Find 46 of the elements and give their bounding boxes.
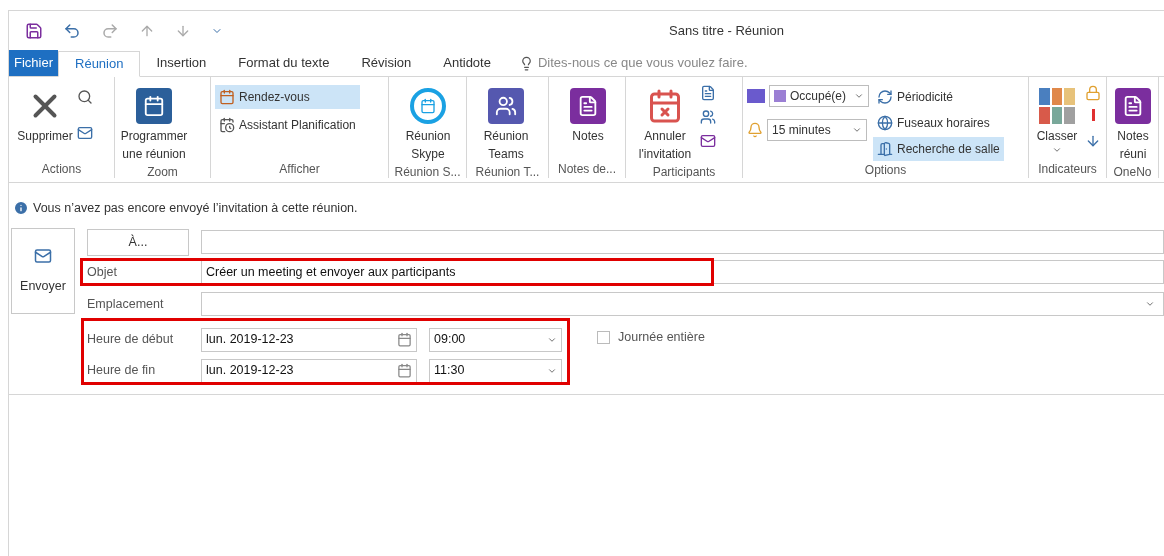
subject-field[interactable]: Créer un meeting et envoyer aux participants — [201, 260, 1164, 284]
ribbon-button[interactable]: Notes — [553, 81, 623, 145]
dropdown[interactable]: Occupé(e) — [769, 85, 869, 107]
ribbon-button[interactable]: Rendez-vous — [215, 85, 360, 109]
tell-me-field[interactable]: Dites-nous ce que vous voulez faire. — [537, 53, 748, 73]
send-button[interactable]: Envoyer — [11, 228, 75, 314]
to-button[interactable]: À... — [87, 228, 189, 256]
group-label: Réunion T... — [474, 164, 541, 178]
time-label: Heure de début — [87, 331, 175, 349]
location-label: Emplacement — [87, 295, 165, 313]
group-label: Participants — [651, 164, 717, 178]
group-label: Zoom — [146, 164, 179, 178]
time-dropdown[interactable]: 11:30 — [429, 358, 562, 383]
ribbon-button[interactable]: Annuler l'invitation — [630, 81, 700, 163]
group-label: Réunion S... — [393, 164, 462, 178]
file-tab[interactable]: Fichier — [9, 50, 58, 76]
date-field[interactable]: lun. 2019-12-23 — [201, 358, 417, 383]
group-label: Options — [863, 162, 908, 178]
ribbon-tab[interactable]: Réunion — [58, 51, 141, 77]
ribbon-tab[interactable]: Format du texte — [222, 50, 346, 76]
subject-label: Objet — [87, 263, 118, 281]
group-label: OneNo — [1112, 164, 1153, 178]
group-label: Notes de... — [557, 161, 617, 178]
ribbon-button[interactable]: Assistant Planification — [215, 113, 360, 137]
group-label: Afficher — [278, 161, 321, 178]
time-dropdown[interactable]: 09:00 — [429, 327, 562, 352]
ribbon-tab[interactable]: Antidote — [427, 50, 507, 76]
date-field[interactable]: lun. 2019-12-23 — [201, 327, 417, 352]
ribbon-button[interactable]: Programmer une réunion — [119, 81, 189, 163]
ribbon-button[interactable]: Classer — [1033, 81, 1081, 155]
group-label: Actions — [40, 161, 83, 178]
ribbon-button[interactable]: Réunion Teams — [471, 81, 541, 163]
ribbon-button[interactable]: Supprimer — [13, 81, 77, 145]
ribbon-button[interactable]: Fuseaux horaires — [873, 111, 1004, 135]
time-label: Heure de fin — [87, 362, 157, 380]
info-message: Vous n’avez pas encore envoyé l’invitation à cette réunion. — [33, 199, 358, 217]
ribbon-button[interactable]: Périodicité — [873, 85, 1004, 109]
group-label: Indicateurs — [1037, 161, 1098, 178]
window-title: Sans titre - Réunion — [669, 22, 784, 41]
ribbon-button[interactable]: Notes réuni — [1111, 81, 1155, 163]
ribbon-tab[interactable]: Insertion — [140, 50, 223, 76]
ribbon-button[interactable]: Recherche de salle — [873, 137, 1004, 161]
all-day-label: Journée entière — [618, 329, 705, 346]
ribbon-tab[interactable]: Révision — [345, 50, 428, 76]
dropdown[interactable]: 15 minutes — [767, 119, 867, 141]
ribbon-button[interactable]: Réunion Skype — [393, 81, 463, 163]
